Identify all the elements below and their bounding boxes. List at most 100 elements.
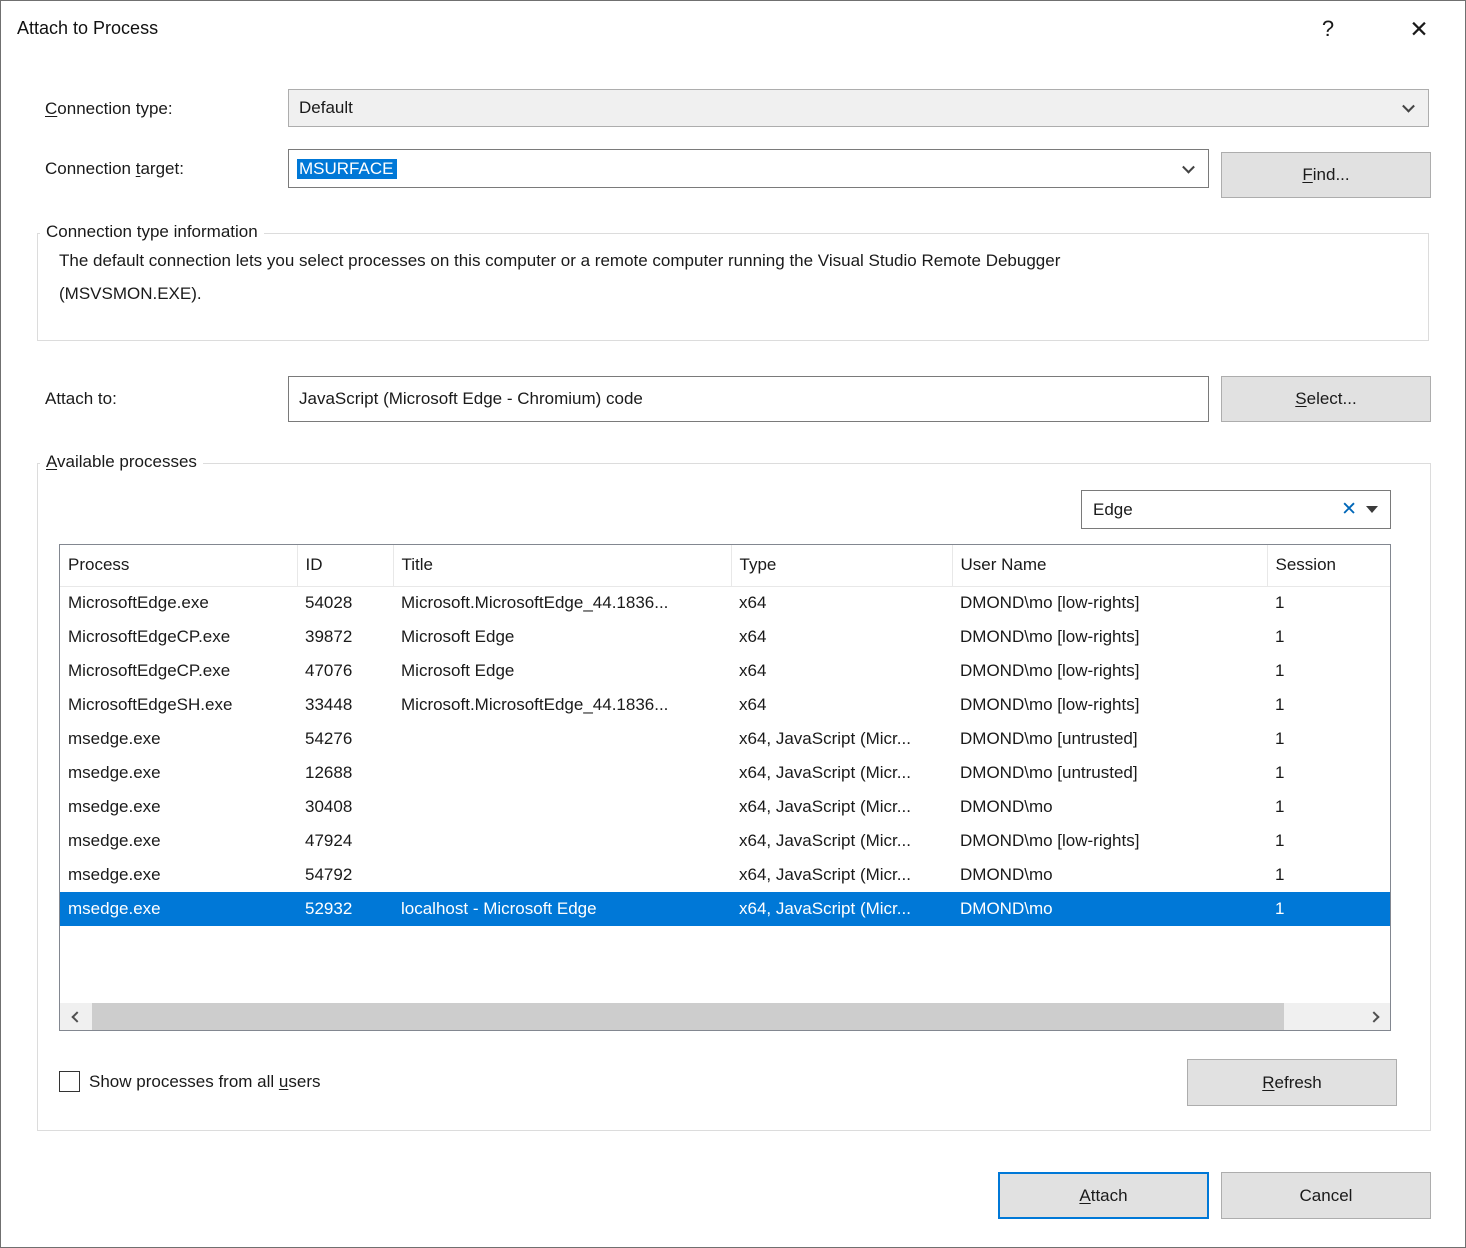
process-cell: DMOND\mo xyxy=(952,858,1267,892)
attach-to-label: Attach to: xyxy=(45,389,117,409)
connection-info-legend: Connection type information xyxy=(40,222,264,242)
process-cell: 30408 xyxy=(297,790,393,824)
show-all-users-label[interactable]: Show processes from all users xyxy=(89,1072,321,1092)
process-cell: 1 xyxy=(1267,858,1391,892)
process-cell: MicrosoftEdgeCP.exe xyxy=(60,654,297,688)
process-cell: 1 xyxy=(1267,892,1391,926)
column-header-type[interactable]: Type xyxy=(731,545,952,586)
process-cell: 1 xyxy=(1267,722,1391,756)
process-cell: MicrosoftEdgeCP.exe xyxy=(60,620,297,654)
process-row[interactable]: msedge.exe52932localhost - Microsoft Edg… xyxy=(60,892,1391,926)
process-cell: Microsoft.MicrosoftEdge_44.1836... xyxy=(393,688,731,722)
titlebar[interactable]: Attach to Process ? ✕ xyxy=(1,1,1465,57)
chevron-right-icon xyxy=(1368,1011,1379,1022)
connection-info-text-line1: The default connection lets you select p… xyxy=(59,249,1060,273)
find-button-label: Find... xyxy=(1302,165,1349,185)
process-cell: x64 xyxy=(731,654,952,688)
column-header-username[interactable]: User Name xyxy=(952,545,1267,586)
process-filter-combobox[interactable]: Edge ✕ xyxy=(1081,490,1391,529)
refresh-button[interactable]: Refresh xyxy=(1187,1059,1397,1106)
process-cell: 1 xyxy=(1267,654,1391,688)
process-cell: msedge.exe xyxy=(60,756,297,790)
process-row[interactable]: msedge.exe12688 x64, JavaScript (Micr...D… xyxy=(60,756,1391,790)
process-cell: 1 xyxy=(1267,620,1391,654)
process-row[interactable]: MicrosoftEdge.exe54028Microsoft.Microsof… xyxy=(60,586,1391,620)
column-header-process[interactable]: Process xyxy=(60,545,297,586)
column-header-session[interactable]: Session xyxy=(1267,545,1391,586)
process-cell: 33448 xyxy=(297,688,393,722)
process-row[interactable]: msedge.exe54792x64, JavaScript (Micr...D… xyxy=(60,858,1391,892)
connection-target-value: MSURFACE xyxy=(297,159,397,179)
process-cell: msedge.exe xyxy=(60,722,297,756)
process-cell: x64 xyxy=(731,586,952,620)
connection-type-combobox[interactable]: Default xyxy=(288,89,1429,127)
find-button[interactable]: Find... xyxy=(1221,152,1431,198)
process-cell: Microsoft.MicrosoftEdge_44.1836... xyxy=(393,586,731,620)
show-all-users-checkbox[interactable] xyxy=(59,1071,80,1092)
process-cell: DMOND\mo [low-rights] xyxy=(952,586,1267,620)
help-button[interactable]: ? xyxy=(1306,9,1350,49)
process-list: Process ID Title Type User Name Session … xyxy=(59,544,1391,1031)
process-cell: DMOND\mo [low-rights] xyxy=(952,824,1267,858)
process-cell: msedge.exe xyxy=(60,892,297,926)
table-header-row: Process ID Title Type User Name Session xyxy=(60,545,1391,586)
process-cell: localhost - Microsoft Edge xyxy=(393,892,731,926)
process-cell: msedge.exe xyxy=(60,858,297,892)
process-cell: Microsoft Edge xyxy=(393,620,731,654)
process-cell: MicrosoftEdge.exe xyxy=(60,586,297,620)
process-cell: x64 xyxy=(731,688,952,722)
process-cell: x64, JavaScript (Micr... xyxy=(731,858,952,892)
process-cell: 1 xyxy=(1267,756,1391,790)
column-header-id[interactable]: ID xyxy=(297,545,393,586)
clear-filter-icon[interactable]: ✕ xyxy=(1332,498,1366,521)
select-button[interactable]: Select... xyxy=(1221,376,1431,422)
close-button[interactable]: ✕ xyxy=(1393,9,1445,49)
process-row[interactable]: msedge.exe54276x64, JavaScript (Micr...D… xyxy=(60,722,1391,756)
column-header-title[interactable]: Title xyxy=(393,545,731,586)
process-cell xyxy=(393,858,731,892)
attach-to-value: JavaScript (Microsoft Edge - Chromium) c… xyxy=(289,389,643,409)
scroll-right-button[interactable] xyxy=(1360,1003,1390,1030)
attach-button[interactable]: Attach xyxy=(998,1172,1209,1219)
process-cell: x64, JavaScript (Micr... xyxy=(731,756,952,790)
scroll-left-button[interactable] xyxy=(60,1003,90,1030)
select-button-label: Select... xyxy=(1295,389,1356,409)
scrollbar-thumb[interactable] xyxy=(92,1003,1284,1030)
process-cell: x64, JavaScript (Micr... xyxy=(731,824,952,858)
process-cell: DMOND\mo [untrusted] xyxy=(952,756,1267,790)
process-cell: Microsoft Edge xyxy=(393,654,731,688)
connection-target-combobox[interactable]: MSURFACE xyxy=(288,149,1209,188)
process-cell: 39872 xyxy=(297,620,393,654)
dialog-title: Attach to Process xyxy=(17,18,158,39)
process-cell xyxy=(393,722,731,756)
process-cell: 47076 xyxy=(297,654,393,688)
process-cell: DMOND\mo xyxy=(952,892,1267,926)
attach-to-field[interactable]: JavaScript (Microsoft Edge - Chromium) c… xyxy=(288,376,1209,422)
horizontal-scrollbar[interactable] xyxy=(60,1003,1390,1030)
filter-dropdown-icon[interactable] xyxy=(1366,506,1378,513)
process-cell: DMOND\mo [low-rights] xyxy=(952,654,1267,688)
process-cell: 1 xyxy=(1267,586,1391,620)
process-cell: x64, JavaScript (Micr... xyxy=(731,790,952,824)
process-cell: MicrosoftEdgeSH.exe xyxy=(60,688,297,722)
process-cell: 54276 xyxy=(297,722,393,756)
process-cell: 54028 xyxy=(297,586,393,620)
connection-type-label: Connection type: xyxy=(45,99,173,119)
process-row[interactable]: MicrosoftEdgeSH.exe33448Microsoft.Micros… xyxy=(60,688,1391,722)
process-cell: x64 xyxy=(731,620,952,654)
process-row[interactable]: msedge.exe30408x64, JavaScript (Micr...D… xyxy=(60,790,1391,824)
process-cell: x64, JavaScript (Micr... xyxy=(731,722,952,756)
process-table: Process ID Title Type User Name Session … xyxy=(60,545,1391,926)
refresh-button-label: Refresh xyxy=(1262,1073,1322,1093)
process-cell: 12688 xyxy=(297,756,393,790)
process-row[interactable]: MicrosoftEdgeCP.exe39872Microsoft Edgex6… xyxy=(60,620,1391,654)
process-row[interactable]: MicrosoftEdgeCP.exe47076Microsoft Edgex6… xyxy=(60,654,1391,688)
process-row[interactable]: msedge.exe47924 x64, JavaScript (Micr...D… xyxy=(60,824,1391,858)
process-cell: msedge.exe xyxy=(60,824,297,858)
process-cell: 1 xyxy=(1267,688,1391,722)
process-cell: 1 xyxy=(1267,790,1391,824)
cancel-button[interactable]: Cancel xyxy=(1221,1172,1431,1219)
process-cell: DMOND\mo xyxy=(952,790,1267,824)
process-cell: 47924 xyxy=(297,824,393,858)
chevron-down-icon xyxy=(1182,160,1195,173)
